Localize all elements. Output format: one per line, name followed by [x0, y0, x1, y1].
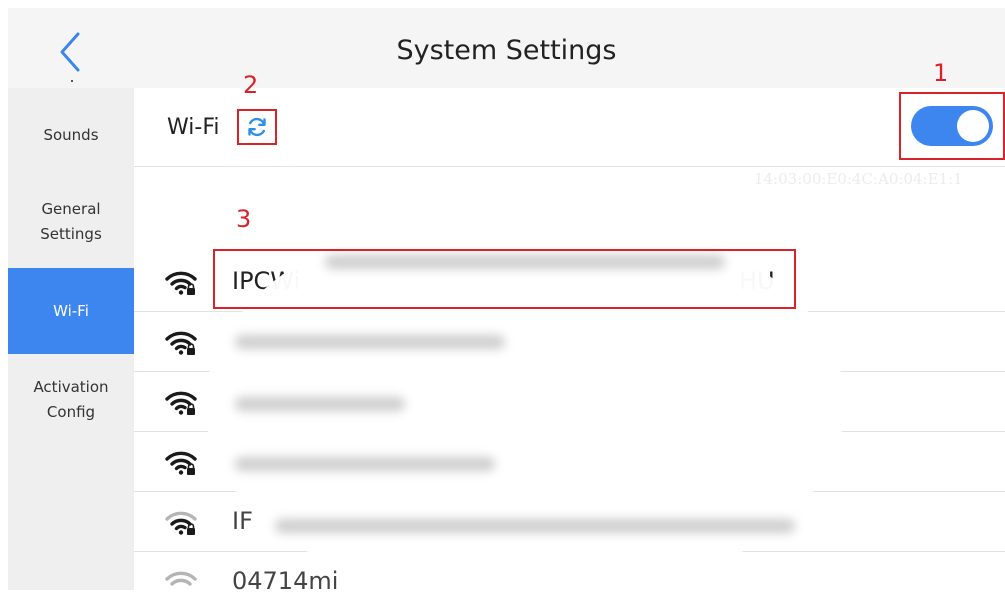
wifi-lock-icon: [165, 451, 197, 475]
network-name: 04714mi: [232, 567, 339, 590]
callout-number-1: 1: [933, 59, 949, 87]
sidebar-item-general-settings[interactable]: General Settings: [8, 192, 134, 252]
toggle-knob: [957, 110, 989, 142]
callout-number-3: 3: [236, 205, 252, 233]
page-title: System Settings: [396, 35, 617, 66]
wifi-lock-icon: [165, 511, 197, 535]
sidebar-item-label: General: [41, 200, 101, 218]
faint-mac-address: 14:03:00:E0:4C:A0:04:E1:1: [754, 170, 963, 188]
wifi-lock-icon: [165, 571, 197, 586]
wifi-lock-icon: [165, 331, 197, 355]
sidebar: Sounds General Settings Wi-Fi Activation…: [8, 88, 134, 590]
header-bar: System Settings: [8, 8, 1005, 88]
wifi-lock-icon: [165, 391, 197, 415]
wifi-lock-icon: [165, 271, 197, 295]
blurred-text: [275, 519, 795, 533]
sidebar-item-label-line2: Config: [46, 403, 96, 421]
sidebar-item-label-line2: Settings: [40, 225, 102, 243]
wifi-toggle-bar: Wi-Fi: [134, 88, 1005, 167]
header-dot: [71, 80, 73, 82]
refresh-button[interactable]: [237, 109, 277, 145]
sidebar-item-sounds[interactable]: Sounds: [8, 110, 134, 160]
wifi-toggle-highlight: [899, 92, 1005, 160]
sidebar-item-label: Wi-Fi: [53, 301, 89, 320]
sidebar-item-wifi[interactable]: Wi-Fi: [8, 268, 134, 354]
sidebar-item-label: Activation: [33, 378, 109, 396]
refresh-icon: [248, 117, 266, 137]
blurred-text: [235, 457, 495, 471]
blurred-text: [235, 335, 505, 349]
callout-number-2: 2: [243, 71, 259, 99]
wifi-toggle-switch[interactable]: [911, 106, 993, 146]
network-name: IF: [232, 507, 253, 535]
sidebar-item-activation-config[interactable]: Activation Config: [8, 370, 134, 430]
network-highlight-box: [213, 249, 796, 309]
blurred-text: [235, 397, 405, 411]
wifi-label: Wi-Fi: [167, 115, 220, 140]
sidebar-item-label: Sounds: [43, 125, 99, 144]
